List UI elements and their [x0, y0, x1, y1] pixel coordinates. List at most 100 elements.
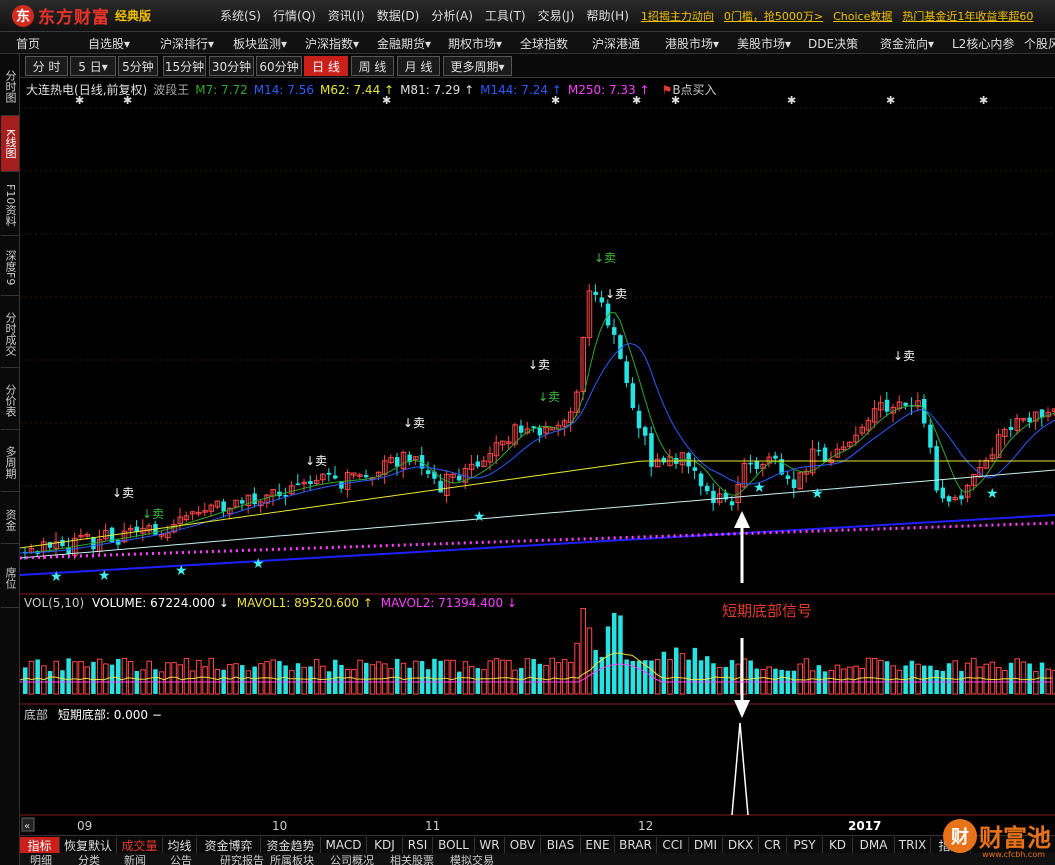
- nav-item[interactable]: 沪深指数▾: [305, 35, 359, 52]
- menu-item[interactable]: 系统(S): [220, 7, 261, 24]
- buy-star-icon: ★: [811, 486, 824, 502]
- menu-item[interactable]: 工具(T): [485, 7, 526, 24]
- indicator-tab[interactable]: 资金博弈: [197, 837, 261, 853]
- candle-down: [816, 449, 822, 452]
- indicator-tab[interactable]: 资金趋势: [261, 837, 321, 853]
- menu-item[interactable]: 数据(D): [377, 7, 420, 24]
- sidebar-item[interactable]: 席位: [1, 548, 19, 608]
- period-button[interactable]: 分 时: [25, 56, 68, 76]
- sidebar-item[interactable]: 分时图: [1, 58, 19, 116]
- marker-icon: ✱: [787, 94, 796, 107]
- candle-down: [959, 495, 964, 500]
- candle-down: [692, 467, 698, 471]
- sidebar-item[interactable]: F10资料: [1, 176, 19, 236]
- indicator-tab[interactable]: BIAS: [541, 837, 581, 853]
- news-link[interactable]: 1招揭主力动向: [641, 8, 714, 24]
- indicator-tab[interactable]: KDJ: [367, 837, 403, 853]
- volume-bar-up: [1020, 661, 1027, 695]
- nav-item[interactable]: DDE决策: [808, 35, 858, 52]
- nav-item[interactable]: 金融期货▾: [377, 35, 431, 52]
- volume-bar-down: [748, 660, 753, 694]
- period-button[interactable]: 日 线: [304, 56, 348, 76]
- nav-item[interactable]: 资金流向▾: [880, 35, 934, 52]
- indicator-tab[interactable]: ENE: [581, 837, 615, 853]
- nav-item[interactable]: 沪深排行▾: [160, 35, 214, 52]
- period-button[interactable]: 周 线: [351, 56, 394, 76]
- indicator-tab[interactable]: KD: [823, 837, 853, 853]
- indicator-tab[interactable]: PSY: [787, 837, 823, 853]
- bottom-label[interactable]: 所属板块: [270, 853, 314, 865]
- menu-item[interactable]: 行情(Q): [273, 7, 316, 24]
- indicator-tab[interactable]: TRIX: [895, 837, 931, 853]
- indicator-tab[interactable]: 指标: [20, 837, 60, 853]
- volume-bar-up: [158, 671, 165, 695]
- nav-item[interactable]: 全球指数: [520, 35, 568, 52]
- indicator-tab[interactable]: DMA: [853, 837, 895, 853]
- nav-item[interactable]: 沪深港通: [592, 35, 640, 52]
- menu-item[interactable]: 交易(J): [538, 7, 575, 24]
- nav-item[interactable]: 板块监测▾: [233, 35, 287, 52]
- period-button[interactable]: 15分钟: [163, 56, 206, 76]
- bottom-label[interactable]: 分类: [78, 853, 100, 865]
- indicator-tab[interactable]: CCI: [657, 837, 689, 853]
- menu-item[interactable]: 资讯(I): [328, 7, 365, 24]
- volume-bar-up: [96, 658, 103, 695]
- period-button[interactable]: 更多周期▾: [443, 56, 512, 76]
- menu-item[interactable]: 帮助(H): [587, 7, 629, 24]
- bottom-label[interactable]: 公司概况: [330, 853, 374, 865]
- indicator-tab[interactable]: 恢复默认: [60, 837, 117, 853]
- sidebar-item[interactable]: K线图: [1, 116, 19, 172]
- indicator-tab[interactable]: DKX: [723, 837, 759, 853]
- news-link[interactable]: 0门槛，抢5000万>: [724, 8, 823, 24]
- indicator-tab[interactable]: BRAR: [615, 837, 657, 853]
- indicator-tab[interactable]: 均线: [163, 837, 197, 853]
- period-button[interactable]: 5 日▾: [70, 56, 116, 76]
- sidebar-item[interactable]: 分价表: [1, 372, 19, 430]
- sell-signal-label: ↓卖: [528, 358, 551, 372]
- sidebar-item[interactable]: 多周期: [1, 434, 19, 492]
- bottom-label[interactable]: 研究报告: [220, 853, 264, 865]
- sidebar-item[interactable]: 深度F9: [1, 240, 19, 296]
- nav-item[interactable]: 期权市场▾: [448, 35, 502, 52]
- bottom-label[interactable]: 新闻: [124, 853, 146, 865]
- bottom-label[interactable]: 明细: [30, 853, 52, 865]
- sidebar-item[interactable]: 资金: [1, 496, 19, 544]
- period-button[interactable]: 60分钟: [256, 56, 302, 76]
- indicator-tab[interactable]: DMI: [689, 837, 723, 853]
- app-name: 东方财富: [38, 8, 110, 28]
- volume-bar-down: [605, 626, 611, 694]
- nav-item[interactable]: 美股市场▾: [737, 35, 791, 52]
- news-link[interactable]: Choice数据: [833, 8, 892, 24]
- menu-item[interactable]: 分析(A): [431, 7, 473, 24]
- indicator-tab[interactable]: WR: [475, 837, 505, 853]
- nav-item[interactable]: L2核心内参: [952, 35, 1014, 52]
- volume-bar-up: [208, 657, 214, 695]
- sidebar-item[interactable]: 分时成交: [1, 300, 19, 368]
- volume-bar-down: [91, 661, 96, 694]
- bottom-label[interactable]: 相关股票: [390, 853, 434, 865]
- indicator-tab[interactable]: CR: [759, 837, 787, 853]
- nav-item[interactable]: 首页: [16, 35, 40, 52]
- news-link[interactable]: 热门基金近1年收益率超60: [902, 8, 1033, 24]
- indicator-tab[interactable]: 成交量: [117, 837, 163, 853]
- indicator-tab[interactable]: OBV: [505, 837, 541, 853]
- bottom-label[interactable]: 模拟交易: [450, 853, 494, 865]
- kline-chart[interactable]: ★ ★ ★ ★★★ ★ ★✱ ✱ ✱ ✱ ✱ ✱ ✱ ✱ ✱«: [20, 78, 1055, 835]
- indicator-tab[interactable]: MACD: [321, 837, 367, 853]
- bottom-label[interactable]: 公告: [170, 853, 192, 865]
- nav-item[interactable]: 个股风: [1024, 35, 1055, 52]
- period-button[interactable]: 5分钟: [118, 56, 158, 76]
- indicator-tab[interactable]: BOLL: [433, 837, 475, 853]
- buy-star-icon: ★: [98, 568, 111, 584]
- volume-bar-down: [395, 658, 400, 694]
- nav-item[interactable]: 港股市场▾: [665, 35, 719, 52]
- period-button[interactable]: 30分钟: [209, 56, 254, 76]
- volume-bar-down: [109, 664, 115, 694]
- period-button[interactable]: 月 线: [397, 56, 440, 76]
- buy-star-icon: ★: [50, 569, 63, 585]
- candle-down: [940, 487, 946, 499]
- nav-item[interactable]: 自选股▾: [88, 35, 130, 52]
- bottom-indicator-legend: 底部 短期底部: 0.000 −: [24, 706, 162, 723]
- volume-bar-up: [878, 659, 884, 695]
- indicator-tab[interactable]: RSI: [403, 837, 433, 853]
